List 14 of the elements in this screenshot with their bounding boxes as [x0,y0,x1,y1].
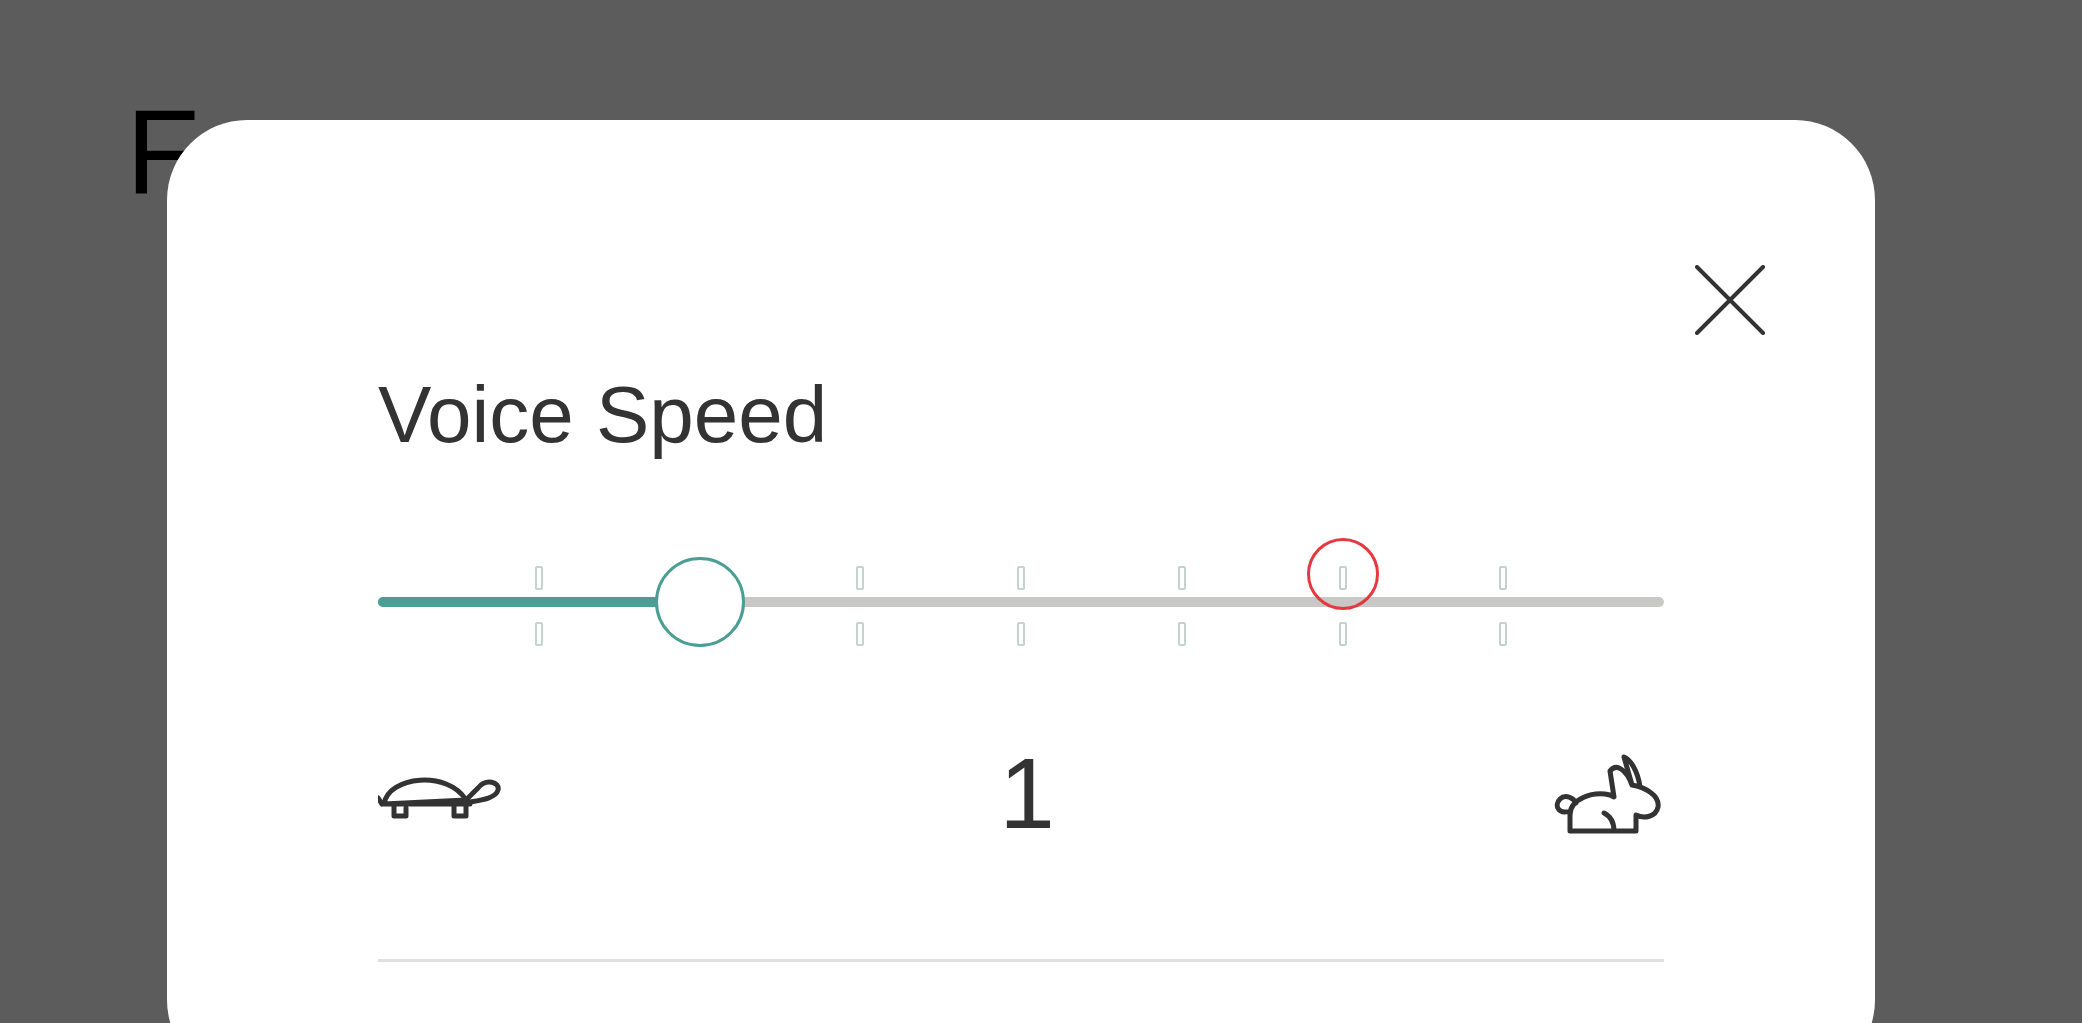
tick-mark [1177,566,1186,590]
tick-mark [1499,566,1508,590]
tick-mark [1499,622,1508,646]
tick-mark [856,622,865,646]
tick-mark [856,566,865,590]
tick-mark [1017,622,1025,646]
tick-mark [1338,566,1347,590]
tick-mark [1338,622,1347,646]
tick-mark [1177,622,1186,646]
speed-value: 1 [999,743,1055,843]
tick-mark [534,566,543,590]
close-icon [1695,265,1765,335]
tick-mark [1017,566,1025,590]
tick-mark [534,622,543,646]
